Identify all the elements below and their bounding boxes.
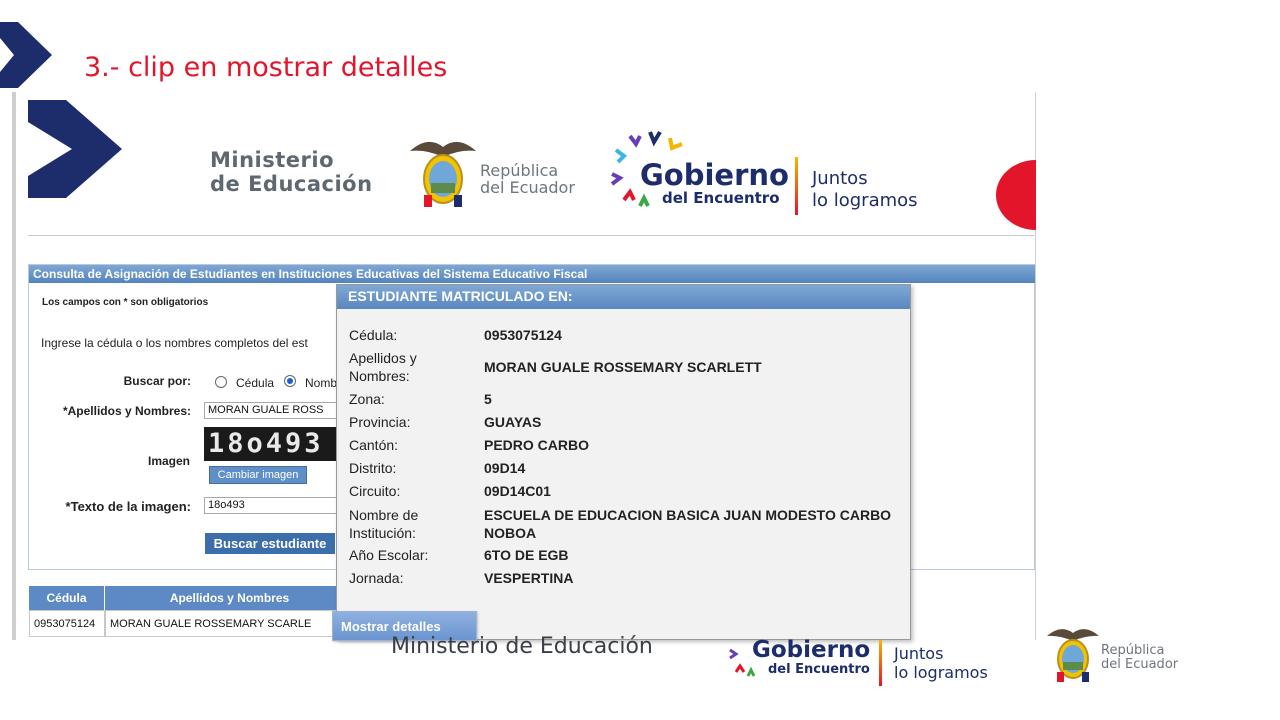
republica-logo-text: República del Ecuador <box>480 162 575 196</box>
captcha-image: 18o493 <box>204 427 338 461</box>
apellidos-label: *Apellidos y Nombres: <box>62 404 191 418</box>
gobierno-separator <box>795 157 798 215</box>
footer-gobierno-text: Gobierno <box>752 637 871 663</box>
footer-coat-of-arms-icon <box>1047 629 1099 682</box>
texto-imagen-label: *Texto de la imagen: <box>65 499 191 514</box>
field-value-anio-escolar: 6TO DE EGB <box>484 547 569 563</box>
footer-gobierno-separator <box>879 640 882 686</box>
cambiar-imagen-button[interactable]: Cambiar imagen <box>209 466 307 484</box>
field-label-jornada: Jornada: <box>349 570 404 586</box>
table-header-nombres: Apellidos y Nombres <box>105 586 355 610</box>
ministerio-line1: Ministerio <box>210 148 335 172</box>
apellidos-input[interactable]: MORAN GUALE ROSS <box>204 402 337 419</box>
slide-chevron-logo-icon <box>0 22 52 88</box>
radio-nombres[interactable] <box>284 375 296 387</box>
footer-ministerio-text: Ministerio de Educación <box>391 634 653 659</box>
imagen-label: Imagen <box>147 454 190 468</box>
republica-line1: República <box>480 161 559 180</box>
buscar-por-label: Buscar por: <box>123 374 191 388</box>
radio-cedula-label: Cédula <box>236 376 275 390</box>
republica-line2: del Ecuador <box>480 178 575 197</box>
field-label-distrito: Distrito: <box>349 460 397 476</box>
footer-republica-text: República del Ecuador <box>1101 644 1178 672</box>
buscar-estudiante-button[interactable]: Buscar estudiante <box>205 533 335 554</box>
panel-title: Consulta de Asignación de Estudiantes en… <box>29 265 1035 283</box>
texto-imagen-input[interactable]: 18o493 <box>204 497 337 514</box>
field-label-institucion: Nombre de Institución: <box>349 507 419 541</box>
field-label-circuito: Circuito: <box>349 483 401 499</box>
field-value-distrito: 09D14 <box>484 460 526 476</box>
gobierno-logo-text: Gobierno <box>640 158 789 192</box>
del-encuentro-text: del Encuentro <box>662 189 780 207</box>
footer-juntos-line1: Juntos <box>894 644 944 663</box>
field-value-apellidos: MORAN GUALE ROSSEMARY SCARLETT <box>484 359 762 375</box>
ministerio-chevron-logo-icon <box>28 100 122 198</box>
instruction-text: Ingrese la cédula o los nombres completo… <box>41 336 308 350</box>
radio-cedula[interactable] <box>215 376 227 388</box>
ministerio-line2: de Educación <box>210 172 373 196</box>
field-value-circuito: 09D14C01 <box>484 483 551 499</box>
footer-juntos-line2: lo logramos <box>894 663 988 682</box>
slide-title: 3.- clip en mostrar detalles <box>84 52 448 83</box>
ministerio-logo-text: Ministerio de Educación <box>210 148 373 196</box>
field-value-zona: 5 <box>484 391 492 407</box>
table-cell-nombres: MORAN GUALE ROSSEMARY SCARLE <box>105 610 355 637</box>
red-semicircle-decoration <box>996 160 1036 230</box>
footer-del-encuentro-text: del Encuentro <box>768 662 870 677</box>
field-value-provincia: GUAYAS <box>484 414 542 430</box>
field-label-cedula: Cédula: <box>349 327 398 343</box>
field-value-institucion: ESCUELA DE EDUCACION BASICA JUAN MODESTO… <box>484 507 892 541</box>
radio-nombres-label: Nomb <box>305 376 338 390</box>
field-label-anio-escolar: Año Escolar: <box>349 547 429 563</box>
field-value-canton: PEDRO CARBO <box>484 437 590 453</box>
footer-juntos-text: Juntos lo logramos <box>894 644 988 682</box>
juntos-line2: lo logramos <box>812 190 918 211</box>
table-cell-cedula: 0953075124 <box>29 610 105 637</box>
footer-republica-line1: República <box>1101 643 1165 658</box>
juntos-line1: Juntos <box>812 168 868 189</box>
modal-title: ESTUDIANTE MATRICULADO EN: <box>337 285 910 309</box>
header-divider <box>28 235 1034 236</box>
footer-republica-line2: del Ecuador <box>1101 657 1179 672</box>
juntos-logo-text: Juntos lo logramos <box>812 168 918 212</box>
field-label-provincia: Provincia: <box>349 414 411 430</box>
field-label-canton: Cantón: <box>349 437 399 453</box>
table-header-cedula: Cédula <box>29 586 105 610</box>
required-note: Los campos con * son obligatorios <box>42 297 209 308</box>
coat-of-arms-icon <box>410 141 476 207</box>
field-label-zona: Zona: <box>349 391 385 407</box>
field-value-cedula: 0953075124 <box>484 327 562 343</box>
field-value-jornada: VESPERTINA <box>484 570 574 586</box>
field-label-apellidos: Apellidos y Nombres: <box>349 350 417 384</box>
